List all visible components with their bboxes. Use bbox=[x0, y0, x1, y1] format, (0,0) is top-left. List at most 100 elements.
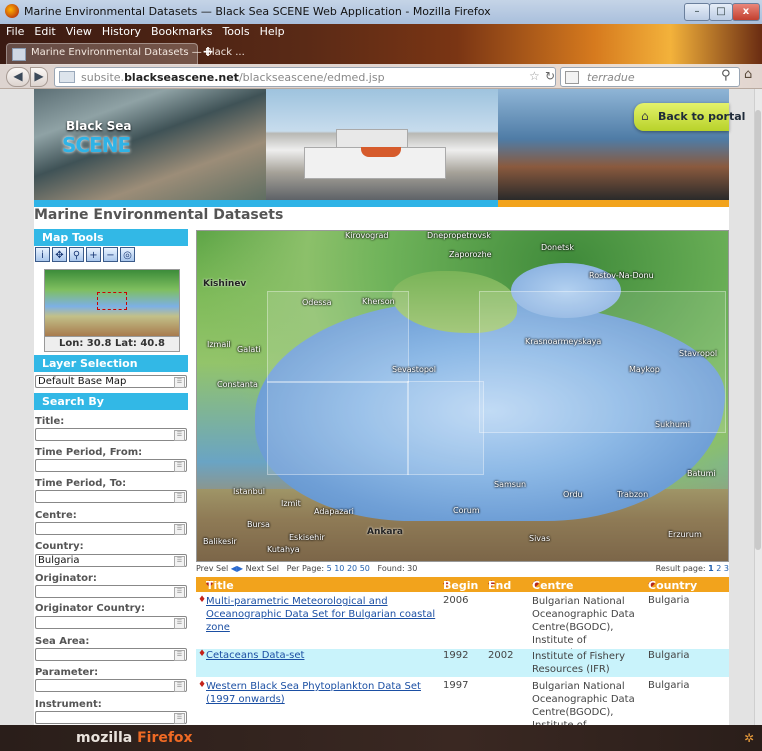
minimap-extent-box[interactable] bbox=[97, 292, 127, 310]
title-label: Title: bbox=[35, 416, 65, 427]
scrollbar-thumb[interactable] bbox=[755, 110, 761, 550]
map-label: Balikesir bbox=[203, 537, 237, 546]
per-page-5[interactable]: 5 bbox=[327, 564, 332, 573]
new-tab-button[interactable]: + bbox=[199, 44, 217, 62]
info-tool-icon[interactable]: i bbox=[35, 247, 50, 262]
map-pin-icon[interactable]: ♦ bbox=[198, 649, 206, 659]
browser-tab[interactable]: Marine Environmental Datasets — Black ..… bbox=[6, 43, 245, 65]
dropdown-icon[interactable]: ☰ bbox=[174, 430, 185, 441]
dropdown-icon[interactable]: ☰ bbox=[174, 618, 185, 629]
dropdown-icon[interactable]: ☰ bbox=[174, 713, 185, 724]
full-extent-icon[interactable]: ◎ bbox=[120, 247, 135, 262]
dropdown-icon[interactable]: ☰ bbox=[174, 587, 185, 598]
map-label: Constanta bbox=[217, 380, 258, 389]
back-button[interactable]: ◀ bbox=[6, 67, 30, 87]
col-centre-label: Centre bbox=[532, 579, 574, 592]
dropdown-icon[interactable]: ☰ bbox=[174, 524, 185, 535]
result-page-3[interactable]: 3 bbox=[724, 564, 729, 573]
title-field[interactable]: ☰ bbox=[35, 428, 187, 441]
dataset-title-link[interactable]: Western Black Sea Phytoplankton Data Set… bbox=[206, 680, 431, 706]
dropdown-icon[interactable]: ☰ bbox=[174, 461, 185, 472]
col-begin-label: Begin bbox=[443, 579, 479, 592]
map-label: Krasnoarmeyskaya bbox=[525, 337, 602, 346]
dropdown-icon[interactable]: ☰ bbox=[174, 681, 185, 692]
next-sel-link[interactable]: Next Sel bbox=[246, 564, 279, 573]
dataset-extent-tile[interactable] bbox=[479, 291, 726, 433]
centre-cell: Bulgarian National Oceanographic Data Ce… bbox=[532, 681, 635, 725]
addon-gear-icon[interactable]: ✲ bbox=[744, 731, 754, 745]
menu-view[interactable]: View bbox=[66, 25, 92, 38]
map-label: Rostov-Na-Donu bbox=[589, 271, 654, 280]
menu-help[interactable]: Help bbox=[260, 25, 285, 38]
search-input[interactable]: terradue bbox=[587, 71, 635, 84]
minimize-button[interactable]: – bbox=[684, 3, 710, 21]
result-page-nav: Result page: 1 2 3 bbox=[656, 564, 729, 573]
pan-tool-icon[interactable]: ✥ bbox=[52, 247, 67, 262]
map-label: Kirovograd bbox=[345, 231, 389, 240]
map-pin-icon[interactable]: ♦ bbox=[198, 595, 206, 605]
dataset-extent-tile[interactable] bbox=[267, 381, 409, 475]
result-page-2[interactable]: 2 bbox=[716, 564, 721, 573]
menu-tools[interactable]: Tools bbox=[222, 25, 249, 38]
close-button[interactable]: x bbox=[732, 3, 760, 21]
per-page-label: Per Page: bbox=[286, 564, 325, 573]
map-label: Ordu bbox=[563, 490, 583, 499]
dropdown-icon[interactable]: ☰ bbox=[174, 492, 185, 503]
time-to-field[interactable]: ☰ bbox=[35, 490, 187, 503]
prev-sel-link[interactable]: Prev Sel bbox=[196, 564, 228, 573]
black-sea-map[interactable]: Kirovograd Dnepropetrovsk Zaporozhe Done… bbox=[196, 230, 729, 562]
lifeboat-shape bbox=[361, 147, 401, 157]
col-end-label: End bbox=[488, 579, 512, 592]
reload-icon[interactable]: ↻ bbox=[545, 69, 555, 83]
home-icon[interactable]: ⌂ bbox=[744, 67, 760, 85]
menu-history[interactable]: History bbox=[102, 25, 141, 38]
map-label: Istanbul bbox=[233, 487, 266, 496]
map-label: Batumi bbox=[687, 469, 716, 478]
layer-select[interactable]: Default Base Map ☰ bbox=[35, 375, 187, 388]
search-bar[interactable]: terradue ⚲ bbox=[560, 67, 740, 87]
country-field[interactable]: Bulgaria ☰ bbox=[35, 554, 187, 567]
window-titlebar: Marine Environmental Datasets — Black Se… bbox=[0, 0, 762, 25]
page-viewport: Black Sea SCENE ⌂ Back to portal Marine … bbox=[0, 89, 754, 725]
site-identity-icon[interactable] bbox=[59, 71, 75, 83]
time-from-field[interactable]: ☰ bbox=[35, 459, 187, 472]
maximize-button[interactable]: □ bbox=[709, 3, 733, 21]
originator-label: Originator: bbox=[35, 573, 97, 584]
parameter-field[interactable]: ☰ bbox=[35, 679, 187, 692]
dataset-extent-tile[interactable] bbox=[407, 381, 484, 475]
search-icon[interactable]: ⚲ bbox=[721, 68, 731, 83]
zoom-in-icon[interactable]: + bbox=[86, 247, 101, 262]
bookmark-star-icon[interactable]: ☆ bbox=[529, 69, 540, 83]
zoom-out-icon[interactable]: − bbox=[103, 247, 118, 262]
menu-file[interactable]: File bbox=[6, 25, 24, 38]
dropdown-icon[interactable]: ☰ bbox=[174, 650, 185, 661]
back-to-portal-button[interactable]: ⌂ Back to portal bbox=[634, 103, 745, 131]
dataset-title-link[interactable]: Cetaceans Data-set bbox=[206, 650, 304, 661]
originator-field[interactable]: ☰ bbox=[35, 585, 187, 598]
map-label: Kishinev bbox=[203, 279, 247, 289]
result-page-1[interactable]: 1 bbox=[708, 564, 714, 573]
map-pin-icon[interactable]: ♦ bbox=[198, 680, 206, 690]
originator-country-field[interactable]: ☰ bbox=[35, 616, 187, 629]
forward-button[interactable]: ▶ bbox=[30, 67, 48, 87]
dropdown-icon[interactable]: ☰ bbox=[174, 377, 185, 388]
search-engine-icon[interactable] bbox=[565, 71, 579, 84]
per-page-50[interactable]: 50 bbox=[360, 564, 370, 573]
select-tool-icon[interactable]: ⚲ bbox=[69, 247, 84, 262]
next-arrow-icon[interactable]: ▶ bbox=[237, 564, 243, 573]
layer-selection-header: Layer Selection bbox=[34, 355, 188, 372]
per-page-10[interactable]: 10 bbox=[334, 564, 344, 573]
menu-edit[interactable]: Edit bbox=[34, 25, 55, 38]
col-title-label: Title bbox=[206, 579, 234, 592]
dropdown-icon[interactable]: ☰ bbox=[174, 556, 185, 567]
map-label: Odessa bbox=[302, 298, 332, 307]
instrument-field[interactable]: ☰ bbox=[35, 711, 187, 724]
centre-field[interactable]: ☰ bbox=[35, 522, 187, 535]
map-label: Corum bbox=[453, 506, 480, 515]
menu-bookmarks[interactable]: Bookmarks bbox=[151, 25, 212, 38]
per-page-20[interactable]: 20 bbox=[347, 564, 357, 573]
dataset-title-link[interactable]: Multi-parametric Meteorological and Ocea… bbox=[206, 595, 438, 634]
overview-minimap[interactable] bbox=[44, 269, 180, 337]
sea-area-field[interactable]: ☰ bbox=[35, 648, 187, 661]
address-bar[interactable]: subsite.blackseascene.net/blackseascene/… bbox=[54, 67, 556, 87]
